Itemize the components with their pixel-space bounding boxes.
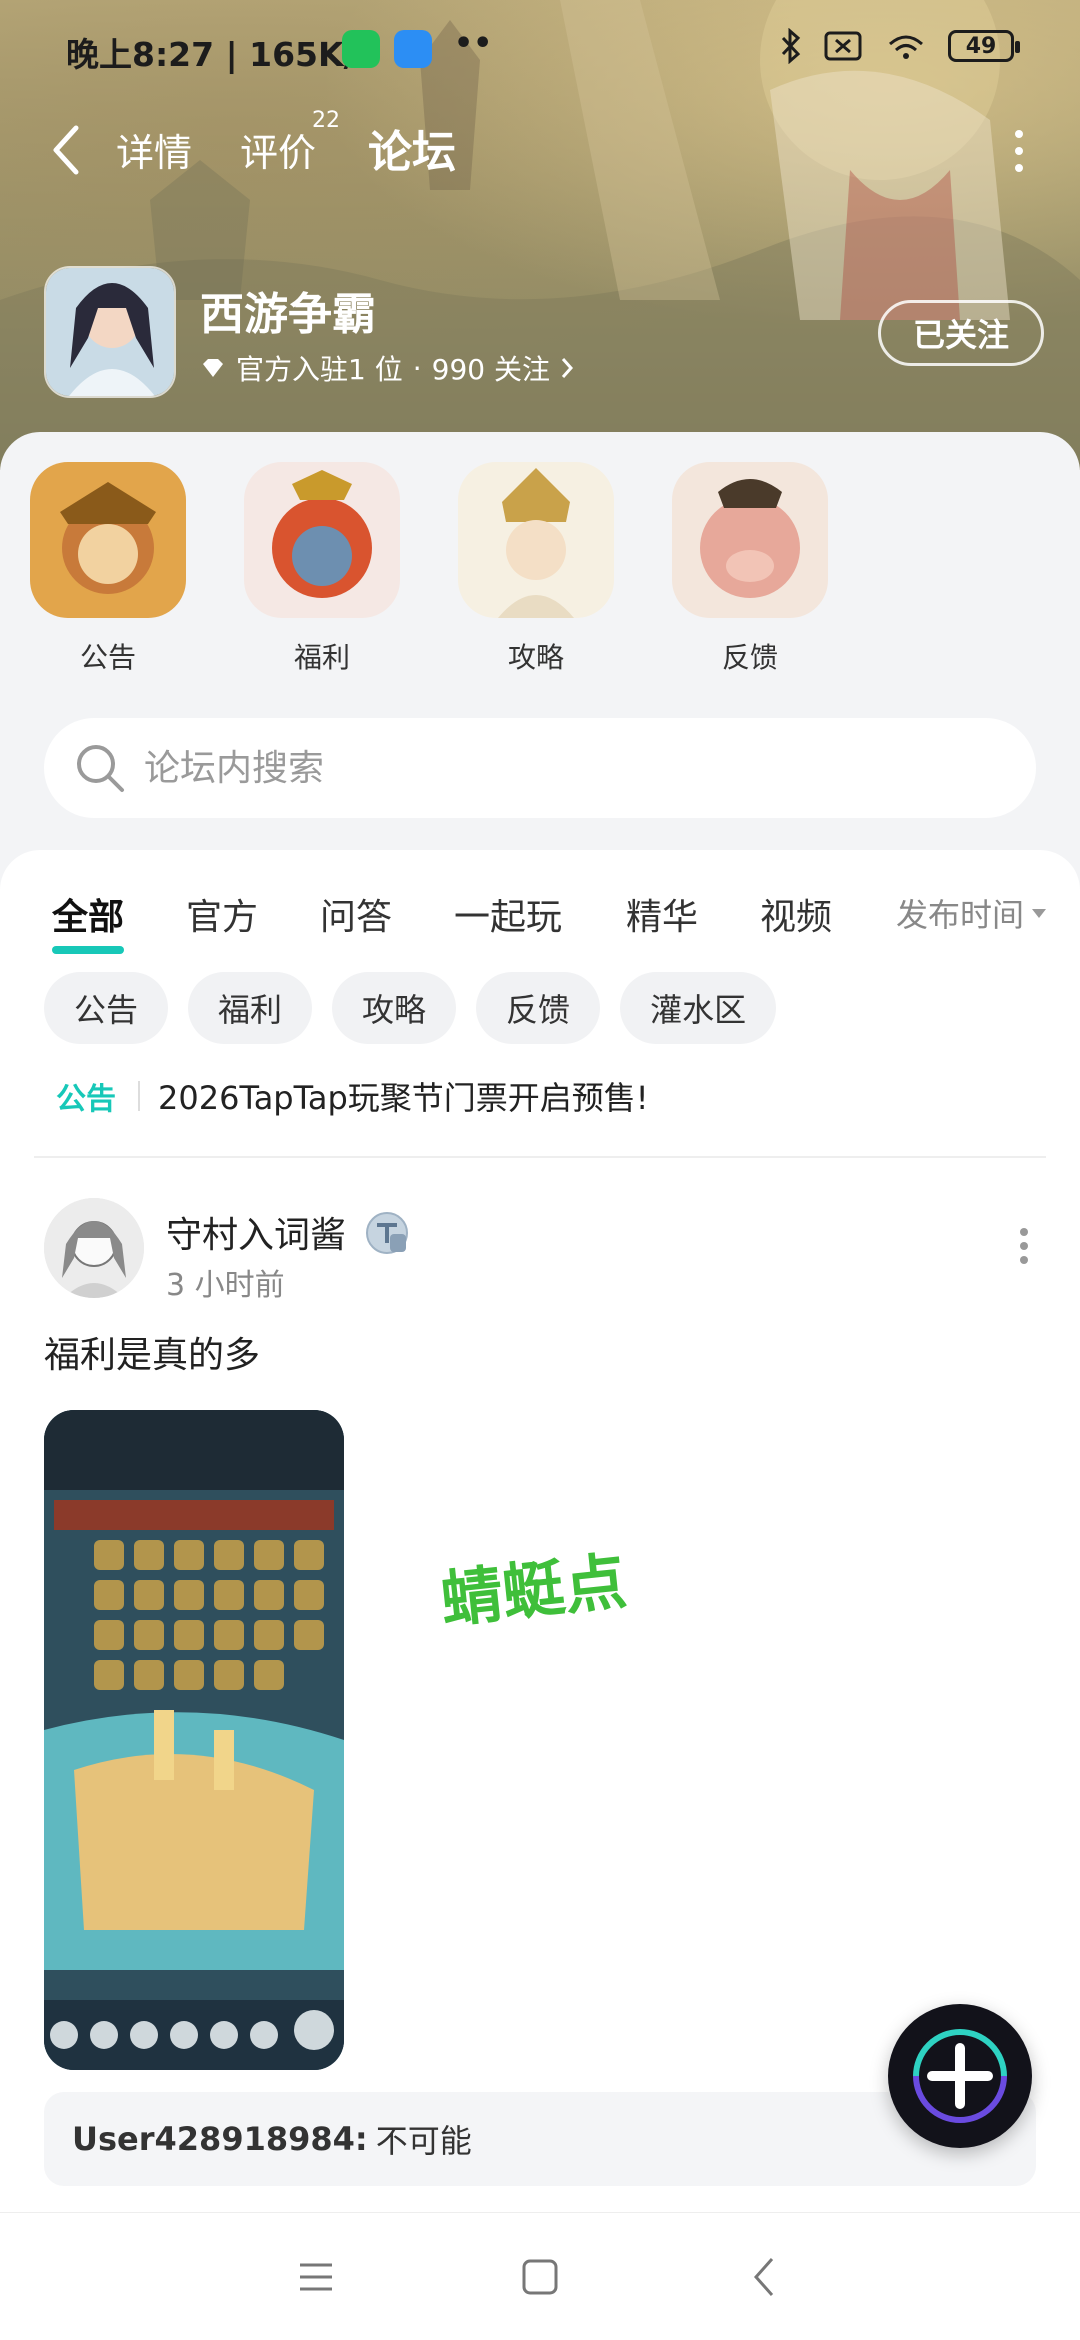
watermark-text: 蜻蜓点 [437,1544,630,1637]
level-badge-icon [366,1212,408,1254]
post-author[interactable]: 守村入词酱 [166,1206,346,1258]
caret-down-icon [1032,908,1046,918]
more-options-icon[interactable] [1014,126,1024,176]
chip-chat[interactable]: 灌水区 [620,972,777,1044]
status-time: 晚上8:27 | 165K/s [66,35,376,74]
status-bar: 晚上8:27 | 165K/s •• 49 [0,0,1080,96]
battery-icon: 49 [948,30,1020,62]
feed-tabs: 全部 官方 问答 一起玩 精华 视频 发布时间 [0,888,1080,958]
forum-search[interactable] [44,718,1036,818]
comment-user: User428918984: [72,2120,368,2158]
notice-text: 2026TapTap玩聚节门票开启预售! [158,1079,649,1117]
back-nav-icon[interactable] [740,2251,792,2303]
forum-panel: 公告 福利 攻略 反馈 全部 官方 问答 一起玩 [0,432,1080,2220]
category-label: 反馈 [721,641,778,674]
tag-chips: 公告 福利 攻略 反馈 灌水区 [44,972,777,1044]
sim-off-icon [824,31,862,61]
category-guide-image [458,462,614,618]
category-announcement[interactable]: 公告 [30,462,186,676]
game-icon[interactable] [44,266,176,398]
wifi-icon [889,35,923,59]
feed-tab-play-together[interactable]: 一起玩 [454,888,562,940]
comment-text: 不可能 [375,2122,472,2160]
wechat-icon [342,30,380,68]
official-diamond-icon [203,359,223,377]
reviews-count-badge: 22 [312,108,340,133]
search-icon [77,745,124,792]
plus-icon [913,2029,1007,2123]
meta-separator: · [412,351,422,385]
feed-tab-official[interactable]: 官方 [186,888,258,940]
category-label: 攻略 [507,641,564,674]
create-post-button[interactable] [888,2004,1032,2148]
search-input[interactable] [144,718,1004,818]
feed-tab-featured[interactable]: 精华 [626,888,698,940]
game-meta: 官方入驻1 位 · 990 关注 [200,348,574,388]
system-nav-bar [0,2212,1080,2340]
post-text: 福利是真的多 [44,1335,261,1376]
post-more-icon[interactable] [1020,1226,1028,1266]
tab-forum[interactable]: 论坛 [368,116,456,182]
followers-count[interactable]: 990 关注 [432,348,550,388]
post-time: 3 小时前 [166,1268,285,1303]
message-app-icon [394,30,432,68]
bluetooth-icon [781,28,801,64]
category-row: 公告 福利 攻略 反馈 [30,462,1030,682]
sort-label: 发布时间 [895,896,1024,934]
menu-icon[interactable] [290,2251,342,2303]
notice-divider [138,1081,140,1111]
category-feedback[interactable]: 反馈 [672,462,828,676]
chip-feedback[interactable]: 反馈 [476,972,601,1044]
category-welfare[interactable]: 福利 [244,462,400,676]
category-feedback-image [672,462,828,618]
avatar[interactable] [44,1198,144,1298]
chip-welfare[interactable]: 福利 [188,972,313,1044]
feed-tab-qa[interactable]: 问答 [320,888,392,940]
game-info: 西游争霸 官方入驻1 位 · 990 关注 已关注 [44,266,1044,400]
divider [34,1156,1046,1158]
tab-reviews[interactable]: 评价 [240,122,316,177]
tab-details[interactable]: 详情 [116,122,192,177]
game-icon-art [46,268,174,396]
category-label: 公告 [79,641,136,674]
notice-tag: 公告 [56,1082,116,1117]
game-screenshot-thumbnail [44,1410,344,2070]
official-count: 官方入驻1 位 [236,353,403,386]
category-announcement-image [30,462,186,618]
more-notifications-icon: •• [454,26,493,61]
chevron-right-icon [561,358,573,378]
sort-dropdown[interactable]: 发布时间 [896,890,1046,936]
category-label: 福利 [293,641,350,674]
pinned-notice[interactable]: 公告 2026TapTap玩聚节门票开启预售! [56,1068,1026,1124]
category-guide[interactable]: 攻略 [458,462,614,676]
back-icon[interactable] [48,120,88,180]
top-nav: 详情 评价 22 论坛 [0,108,1080,190]
chip-guide[interactable]: 攻略 [332,972,457,1044]
status-icons: 49 [780,28,1020,64]
header-banner: 晚上8:27 | 165K/s •• 49 详情 评价 22 论坛 西游争霸 官… [0,0,1080,470]
game-title: 西游争霸 [200,289,376,340]
home-icon[interactable] [514,2251,566,2303]
follow-button[interactable]: 已关注 [878,300,1044,366]
post-image[interactable] [44,1410,344,2070]
feed-tab-video[interactable]: 视频 [760,888,832,940]
feed-tab-all[interactable]: 全部 [52,888,125,954]
category-welfare-image [244,462,400,618]
chip-announcement[interactable]: 公告 [44,972,169,1044]
